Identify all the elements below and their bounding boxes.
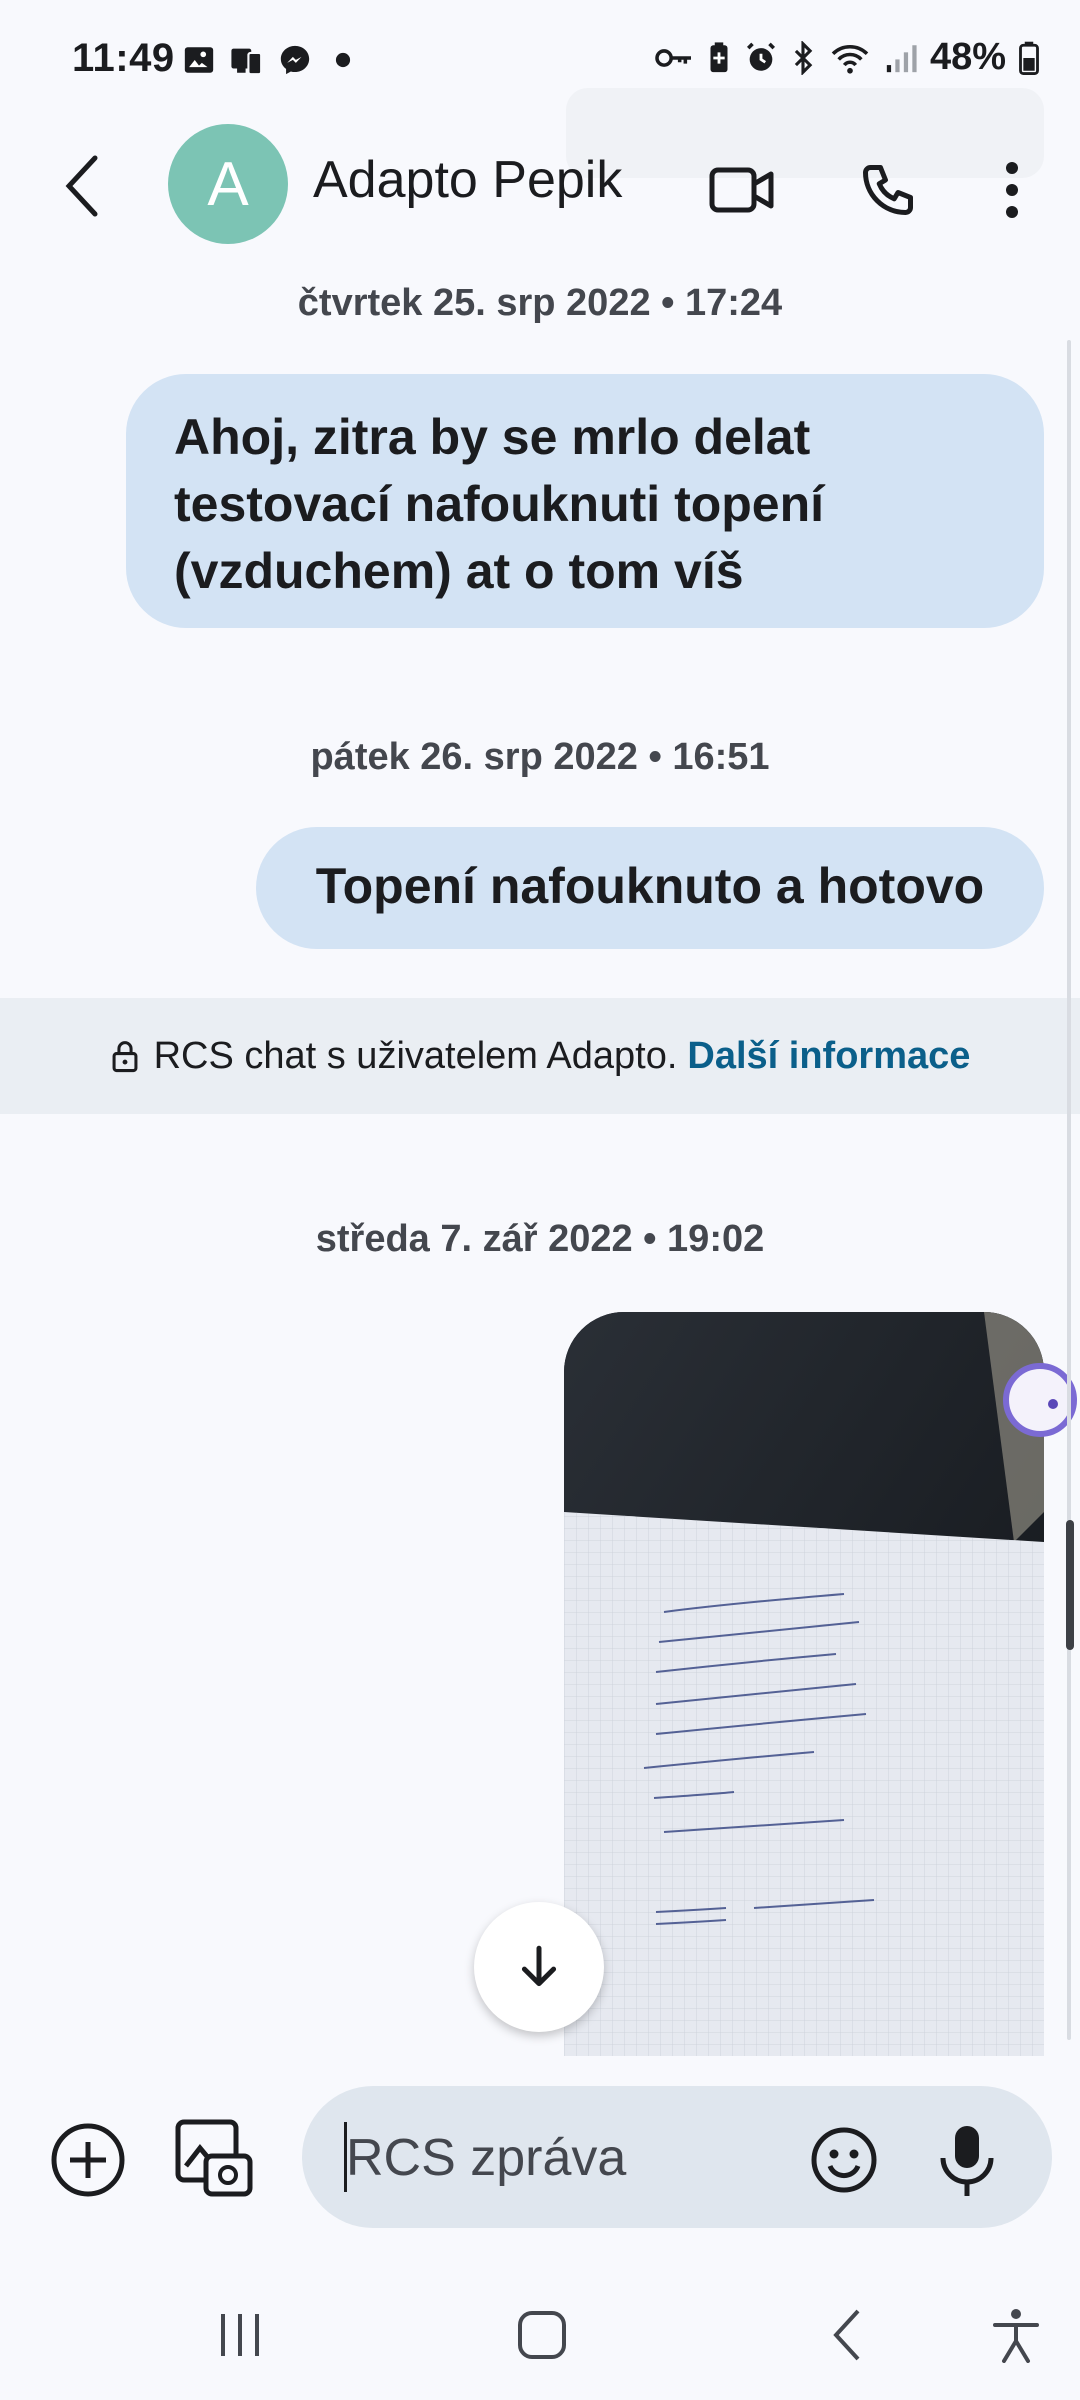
message-bubble[interactable]: Topení nafouknuto a hotovo <box>256 827 1044 949</box>
video-camera-icon <box>709 167 774 213</box>
handwritten-notes-photo <box>564 1312 1044 2056</box>
image-message[interactable] <box>564 1312 1044 2056</box>
rcs-info-banner: RCS chat s uživatelem Adapto. Další info… <box>0 998 1080 1114</box>
home-icon <box>518 2311 566 2359</box>
home-button[interactable] <box>502 2300 582 2370</box>
date-separator: středa 7. zář 2022 • 19:02 <box>315 1218 765 1260</box>
avatar[interactable]: A <box>168 124 288 244</box>
more-info-link[interactable]: Další informace <box>687 1035 970 1078</box>
phone-link-icon <box>231 48 263 76</box>
lock-icon <box>112 1041 138 1073</box>
accessibility-icon <box>993 2309 1039 2363</box>
more-vertical-icon <box>1006 162 1018 218</box>
phone-icon <box>863 165 913 215</box>
dot-icon <box>335 52 351 68</box>
add-attachment-button[interactable] <box>50 2122 126 2198</box>
scrollbar-thumb[interactable] <box>1066 1520 1074 1650</box>
alarm-icon <box>746 42 775 71</box>
plus-circle-icon <box>51 2123 125 2197</box>
back-arrow-icon <box>833 2309 860 2361</box>
microphone-icon <box>940 2126 994 2196</box>
voice-call-button[interactable] <box>846 148 930 232</box>
contact-name[interactable]: Adapto Pepik <box>313 150 622 210</box>
gallery-camera-icon <box>175 2119 253 2197</box>
video-call-button[interactable] <box>700 148 784 232</box>
rcs-banner-text: RCS chat s uživatelem Adapto. <box>153 1034 678 1077</box>
signal-icon <box>886 44 917 72</box>
voice-input-button[interactable] <box>934 2122 1000 2198</box>
message-bubble[interactable]: Ahoj, zitra by se mrlo delat testovací n… <box>126 374 1044 628</box>
status-system-icons: 48% <box>654 36 1040 79</box>
accessibility-button[interactable] <box>976 2300 1056 2370</box>
status-time: 11:49 <box>72 36 175 80</box>
battery-saver-icon <box>710 41 728 72</box>
back-nav-button[interactable] <box>806 2300 886 2370</box>
messenger-icon <box>280 45 310 75</box>
bluetooth-icon <box>794 40 813 75</box>
gallery-camera-button[interactable] <box>174 2118 254 2198</box>
recents-icon <box>221 2314 259 2356</box>
back-button[interactable] <box>48 146 118 226</box>
arrow-down-icon <box>521 1945 557 1987</box>
more-options-button[interactable] <box>970 148 1054 232</box>
emoji-button[interactable] <box>810 2126 878 2194</box>
gallery-icon <box>184 47 214 73</box>
message-input-placeholder: RCS zpráva <box>346 2129 627 2187</box>
smiley-icon <box>811 2127 877 2193</box>
battery-percent: 48% <box>929 36 1006 78</box>
chevron-left-icon <box>65 155 98 217</box>
status-notification-icons <box>182 40 360 80</box>
scroll-to-bottom-button[interactable] <box>474 1902 604 2032</box>
date-separator: pátek 26. srp 2022 • 16:51 <box>310 736 770 778</box>
battery-icon <box>1019 41 1039 75</box>
recent-apps-button[interactable] <box>200 2300 280 2370</box>
date-separator: čtvrtek 25. srp 2022 • 17:24 <box>297 282 783 324</box>
key-icon <box>655 48 691 67</box>
scroll-track <box>1067 340 1071 2040</box>
wifi-icon <box>831 44 869 74</box>
